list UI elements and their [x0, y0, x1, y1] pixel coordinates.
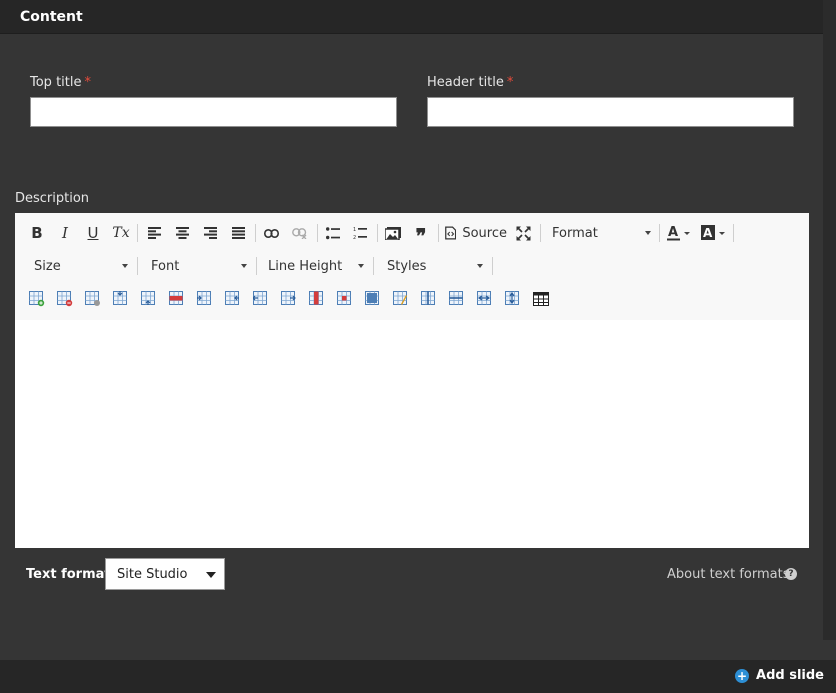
source-label: Source — [462, 225, 507, 241]
chevron-down-icon — [477, 264, 483, 268]
chevron-down-icon — [358, 264, 364, 268]
top-title-input[interactable] — [30, 97, 397, 127]
format-label: Format — [552, 225, 598, 241]
align-right-icon[interactable] — [201, 222, 219, 244]
line-height-dropdown[interactable]: Line Height — [264, 255, 368, 277]
text-color-icon[interactable]: A — [665, 222, 693, 244]
merge-right-icon[interactable] — [477, 288, 493, 310]
insert-column-before-icon[interactable] — [197, 288, 213, 310]
font-dropdown[interactable]: Font — [147, 255, 251, 277]
line-height-label: Line Height — [268, 258, 343, 274]
cell-properties-icon[interactable] — [393, 288, 409, 310]
toolbar-separator — [373, 257, 374, 275]
insert-row-icon[interactable] — [29, 288, 45, 310]
underline-icon[interactable]: U — [83, 222, 103, 244]
editor-toolbar: B I U Tx 1 2 ❞ Source Format A A Size Fo… — [15, 213, 809, 320]
chevron-down-icon — [122, 264, 128, 268]
unlink-icon[interactable] — [289, 222, 309, 244]
footer-bar: + Add slide — [0, 660, 836, 693]
toolbar-separator — [255, 224, 256, 242]
help-icon[interactable]: ? — [785, 568, 797, 580]
header-title-label: Header title * — [427, 75, 513, 90]
svg-text:2: 2 — [353, 235, 356, 240]
remove-format-icon[interactable]: Tx — [110, 222, 132, 244]
align-justify-icon[interactable] — [229, 222, 247, 244]
merge-down-icon[interactable] — [505, 288, 521, 310]
delete-row-icon[interactable] — [57, 288, 73, 310]
delete-row-alt-icon[interactable] — [169, 288, 185, 310]
move-column-right-icon[interactable] — [281, 288, 297, 310]
toolbar-separator — [733, 224, 734, 242]
move-column-left-icon[interactable] — [253, 288, 269, 310]
panel-header: Content — [0, 0, 823, 34]
editor-content-area[interactable] — [15, 320, 809, 548]
content-panel: Content Top title * Header title * Descrip… — [0, 0, 823, 640]
toolbar-separator — [256, 257, 257, 275]
blockquote-icon[interactable]: ❞ — [411, 222, 431, 247]
text-format-select[interactable]: Site Studio — [105, 558, 225, 590]
size-label: Size — [34, 258, 61, 274]
insert-row-before-icon[interactable] — [113, 288, 129, 310]
bulleted-list-icon[interactable] — [323, 222, 343, 244]
panel-title: Content — [20, 9, 83, 25]
header-title-input[interactable] — [427, 97, 794, 127]
chevron-down-icon — [241, 264, 247, 268]
numbered-list-icon[interactable]: 12 — [350, 222, 370, 244]
about-text-formats-link[interactable]: About text formats — [667, 567, 790, 582]
top-title-label: Top title * — [30, 75, 91, 90]
toolbar-separator — [317, 224, 318, 242]
background-color-icon[interactable]: A — [700, 222, 728, 244]
svg-text:A: A — [668, 225, 678, 240]
size-dropdown[interactable]: Size — [30, 255, 132, 277]
align-left-icon[interactable] — [145, 222, 163, 244]
svg-text:1: 1 — [353, 227, 356, 233]
insert-row-after-icon[interactable] — [141, 288, 157, 310]
insert-column-after-icon[interactable] — [225, 288, 241, 310]
text-format-label: Text format — [26, 567, 111, 582]
toolbar-separator — [377, 224, 378, 242]
add-slide-label: Add slide — [756, 668, 824, 683]
table-properties-icon[interactable] — [85, 288, 101, 310]
svg-text:A: A — [703, 226, 713, 240]
toolbar-separator — [137, 257, 138, 275]
text-format-selected: Site Studio — [117, 567, 188, 582]
rich-text-editor: B I U Tx 1 2 ❞ Source Format A A Size Fo… — [15, 213, 809, 548]
italic-icon[interactable]: I — [55, 222, 75, 244]
toolbar-separator — [137, 224, 138, 242]
plus-icon: + — [735, 668, 750, 683]
chevron-down-icon — [645, 231, 651, 235]
header-title-label-text: Header title — [427, 75, 504, 90]
toolbar-separator — [540, 224, 541, 242]
align-center-icon[interactable] — [173, 222, 191, 244]
split-cell-vertical-icon[interactable] — [421, 288, 437, 310]
required-mark: * — [84, 75, 92, 90]
toolbar-separator — [659, 224, 660, 242]
chevron-down-icon — [206, 572, 216, 578]
merge-cells-icon[interactable] — [365, 288, 381, 310]
split-cell-horizontal-icon[interactable] — [449, 288, 465, 310]
delete-column-icon[interactable] — [309, 288, 325, 310]
table-icon[interactable] — [533, 288, 549, 310]
top-title-label-text: Top title — [30, 75, 82, 90]
delete-cell-icon[interactable] — [337, 288, 353, 310]
format-dropdown[interactable]: Format — [547, 222, 655, 244]
toolbar-separator — [492, 257, 493, 275]
source-icon — [445, 226, 457, 240]
maximize-icon[interactable] — [513, 222, 533, 244]
add-slide-button[interactable]: + Add slide — [735, 668, 824, 683]
styles-dropdown[interactable]: Styles — [383, 255, 487, 277]
description-label: Description — [15, 191, 90, 206]
toolbar-separator — [438, 224, 439, 242]
styles-label: Styles — [387, 258, 427, 274]
image-icon[interactable] — [383, 222, 403, 244]
link-icon[interactable] — [261, 222, 281, 244]
required-mark: * — [506, 75, 514, 90]
source-button[interactable]: Source — [445, 222, 507, 244]
bold-icon[interactable]: B — [27, 222, 47, 244]
scrollbar-gutter — [823, 0, 836, 640]
font-label: Font — [151, 258, 180, 274]
